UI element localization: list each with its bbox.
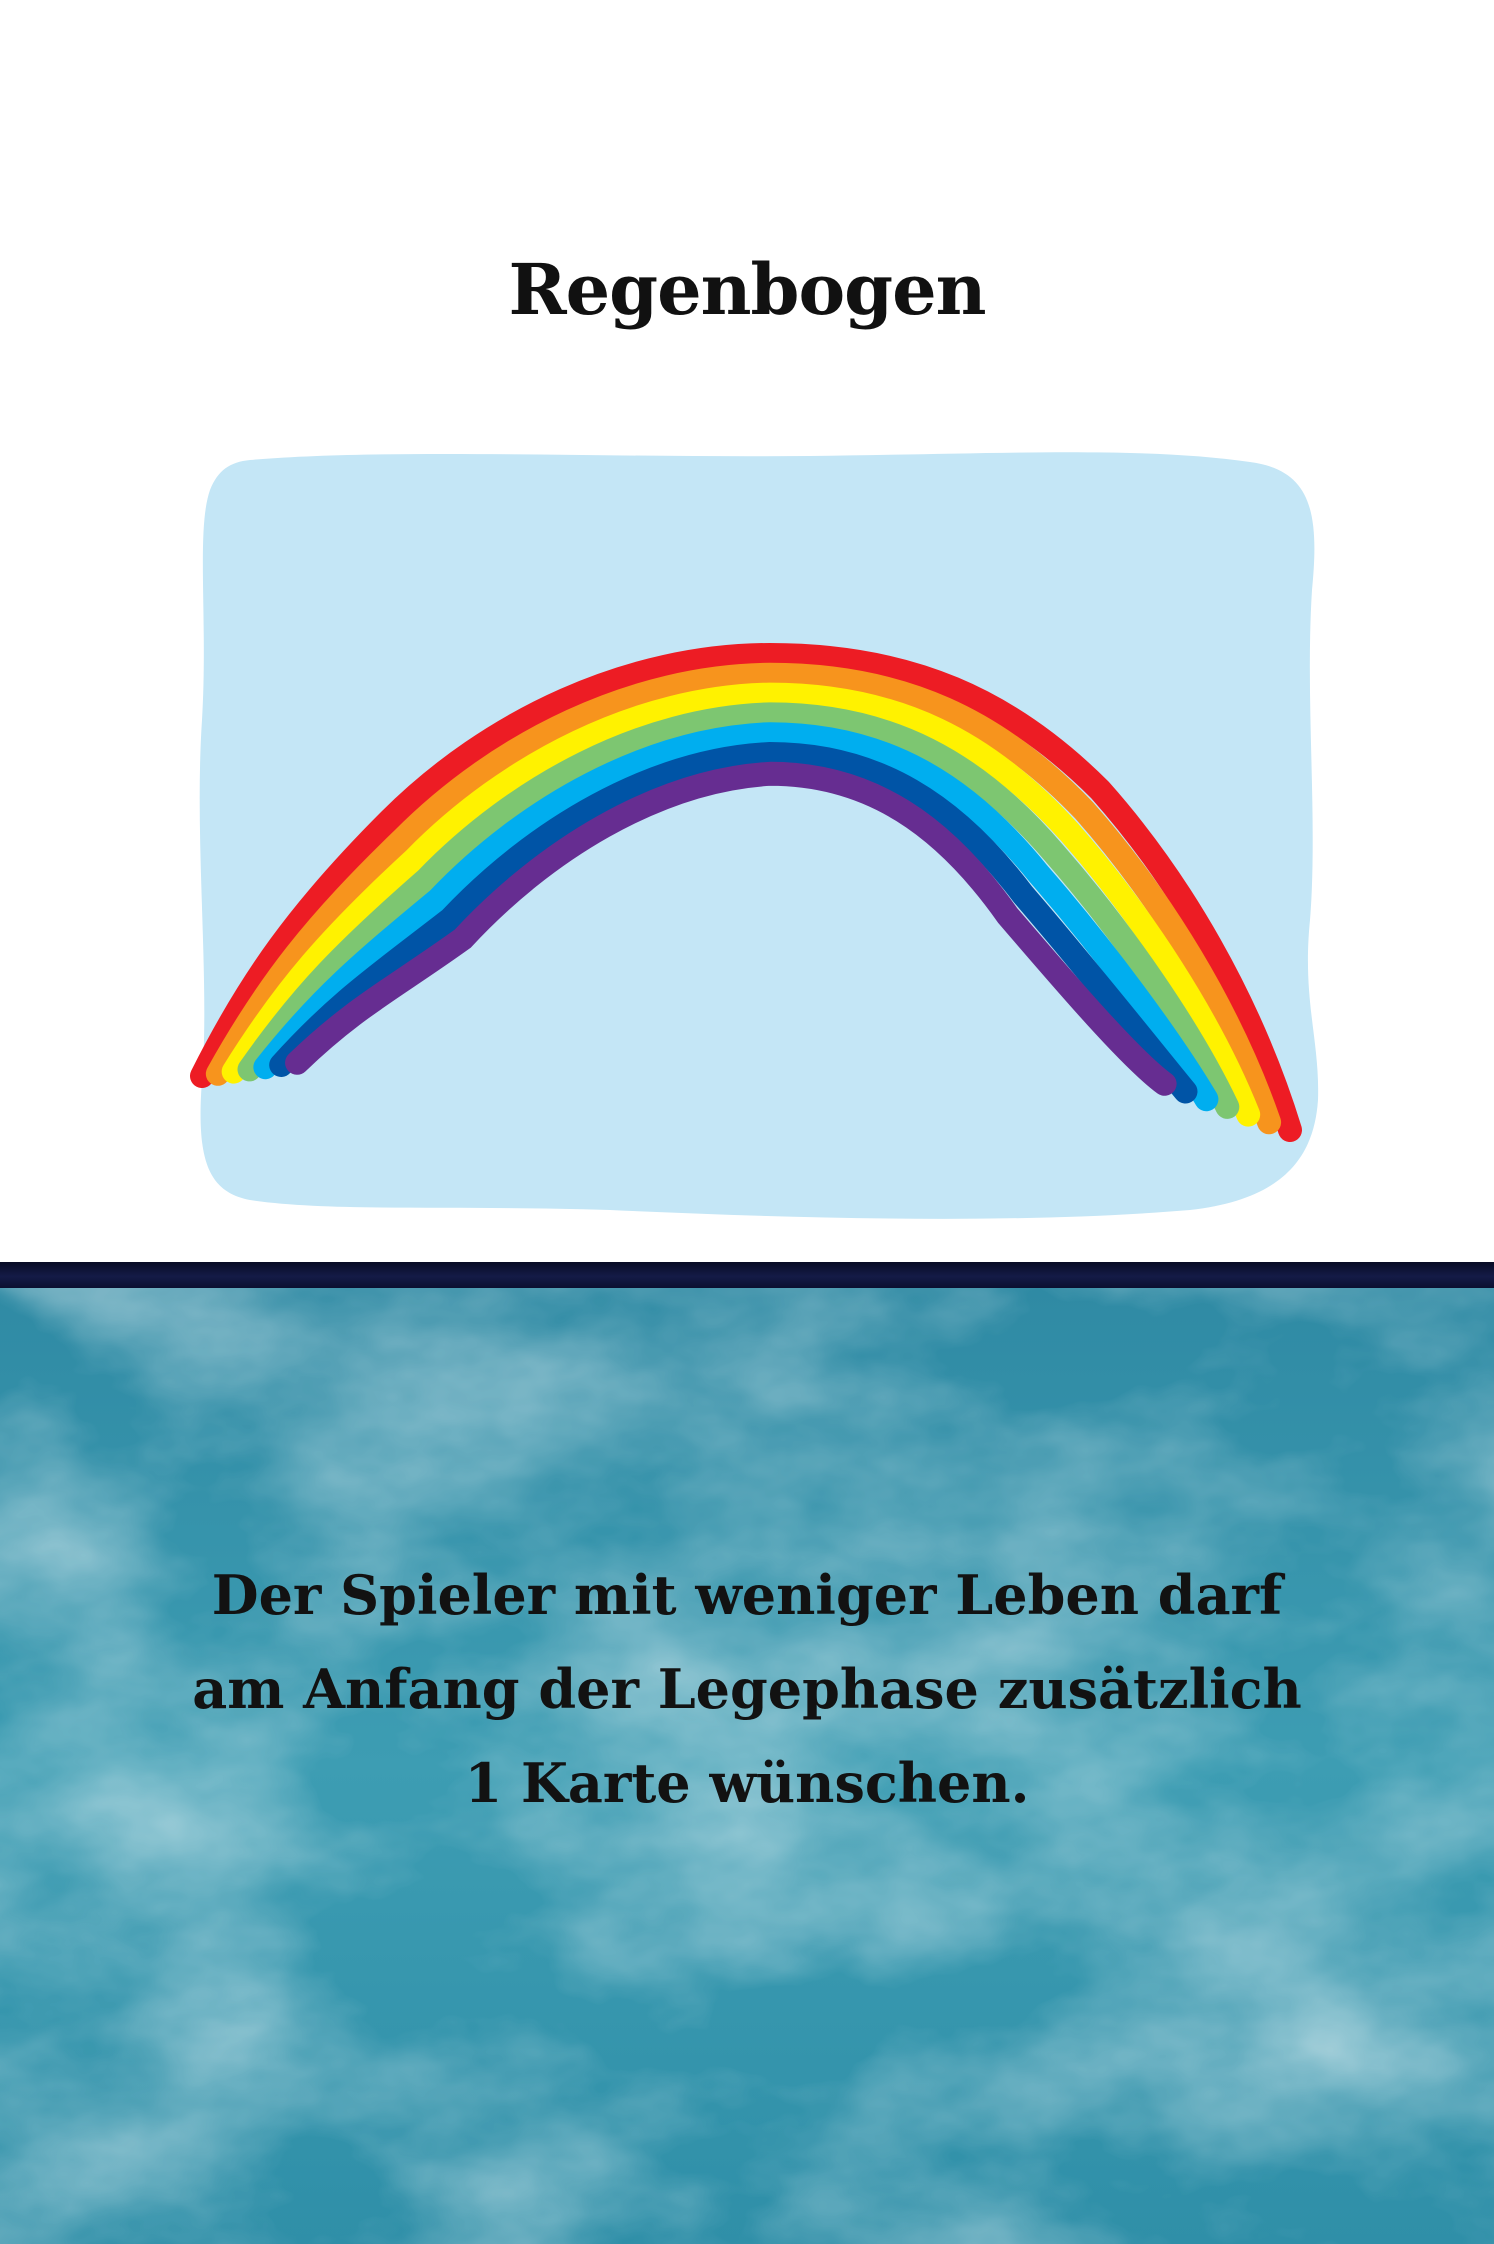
card-title: Regenbogen	[508, 248, 986, 331]
card: Regenbogen Der Spieler mit weniger Leben…	[0, 0, 1494, 2244]
rule-panel: Der Spieler mit weniger Leben darf am An…	[0, 1288, 1494, 2244]
divider-bar	[0, 1262, 1494, 1288]
rule-line: 1 Karte wünschen.	[464, 1751, 1030, 1815]
rule-line: am Anfang der Legephase zusätzlich	[192, 1657, 1302, 1721]
rainbow-illustration	[190, 452, 1319, 1219]
rule-line: Der Spieler mit weniger Leben darf	[211, 1563, 1283, 1627]
rule-text: Der Spieler mit weniger Leben darf am An…	[60, 1548, 1434, 1830]
